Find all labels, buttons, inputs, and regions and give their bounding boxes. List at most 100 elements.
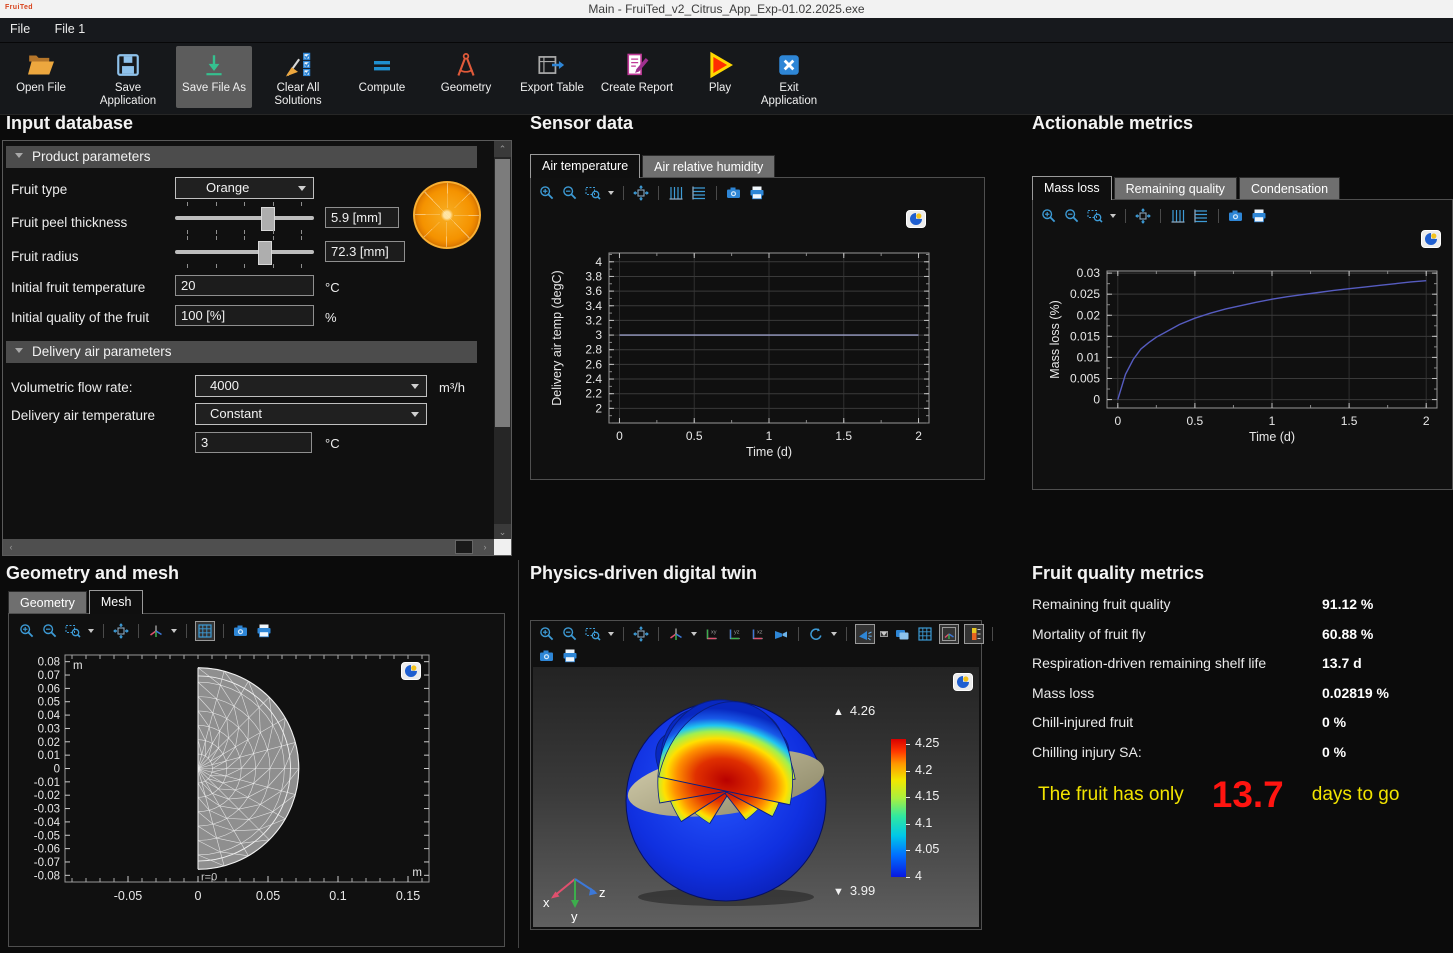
save-file-as-button[interactable]: Save File As bbox=[176, 46, 252, 108]
environment-reflections-icon[interactable] bbox=[894, 626, 910, 642]
twin-3d-viewport[interactable]: ▲4.26 ▼3.99 x y z 4.254.24.154.14.054 bbox=[533, 667, 979, 927]
show-grid-icon[interactable] bbox=[917, 626, 933, 642]
x-axis-grid-icon[interactable] bbox=[1170, 208, 1186, 224]
menu-file[interactable]: File bbox=[0, 18, 40, 36]
axis-orientation-icon[interactable] bbox=[668, 626, 684, 642]
print-icon[interactable] bbox=[256, 623, 272, 639]
slider-thumb[interactable] bbox=[258, 241, 272, 265]
zoom-box-icon[interactable] bbox=[585, 185, 601, 201]
zoom-options-caret-icon[interactable] bbox=[1110, 214, 1116, 218]
delivery-air-temperature-field[interactable] bbox=[195, 432, 312, 453]
zoom-options-caret-icon[interactable] bbox=[608, 191, 614, 195]
orientation-options-caret-icon[interactable] bbox=[691, 632, 697, 636]
axis-orientation-icon[interactable] bbox=[148, 623, 164, 639]
image-snapshot-icon[interactable] bbox=[1228, 208, 1244, 224]
open-file-button[interactable]: Open File bbox=[8, 46, 74, 108]
play-button[interactable]: Play bbox=[692, 46, 748, 108]
y-axis-grid-icon[interactable] bbox=[691, 185, 707, 201]
zoom-extents-icon[interactable] bbox=[113, 623, 129, 639]
zoom-out-icon[interactable] bbox=[562, 185, 578, 201]
rotate-icon[interactable] bbox=[808, 626, 824, 642]
svg-text:1.5: 1.5 bbox=[835, 429, 852, 443]
initial-fruit-temperature-field[interactable] bbox=[175, 275, 314, 296]
save-application-button[interactable]: Save Application bbox=[90, 46, 166, 108]
scrollbar-thumb[interactable] bbox=[455, 540, 473, 554]
zoom-extents-icon[interactable] bbox=[633, 626, 649, 642]
rotate-options-caret-icon[interactable] bbox=[831, 632, 837, 636]
go-to-yz-view-icon[interactable] bbox=[727, 626, 743, 642]
air-temperature-chart[interactable]: 00.511.5222.22.42.62.833.23.43.63.84Time… bbox=[539, 233, 976, 479]
fruit-peel-thickness-slider[interactable] bbox=[175, 202, 314, 234]
colorbar-tick bbox=[906, 771, 910, 772]
print-icon[interactable] bbox=[749, 185, 765, 201]
scroll-left-button[interactable]: ‹ bbox=[3, 539, 19, 555]
zoom-options-caret-icon[interactable] bbox=[608, 632, 614, 636]
zoom-options-caret-icon[interactable] bbox=[88, 629, 94, 633]
go-to-xz-view-icon[interactable] bbox=[750, 626, 766, 642]
tab-air-relative-humidity[interactable]: Air relative humidity bbox=[642, 155, 775, 178]
show-axis-orientation-icon[interactable] bbox=[940, 625, 958, 643]
volumetric-flow-rate-select[interactable]: 4000 bbox=[195, 375, 427, 397]
create-report-button[interactable]: Create Report bbox=[597, 46, 677, 108]
show-color-legend-icon[interactable] bbox=[965, 625, 983, 643]
zoom-extents-icon[interactable] bbox=[1135, 208, 1151, 224]
delivery-air-temperature-select[interactable]: Constant bbox=[195, 403, 427, 425]
fruit-radius-slider[interactable] bbox=[175, 236, 314, 268]
delivery-air-parameters-header[interactable]: Delivery air parameters bbox=[6, 341, 477, 363]
zoom-in-icon[interactable] bbox=[19, 623, 35, 639]
tab-condensation[interactable]: Condensation bbox=[1239, 177, 1340, 200]
mesh-plot[interactable]: -0.0500.050.10.150.080.070.060.050.040.0… bbox=[13, 648, 502, 940]
zoom-out-icon[interactable] bbox=[42, 623, 58, 639]
exit-application-button[interactable]: Exit Application bbox=[752, 46, 826, 108]
fruit-radius-field[interactable] bbox=[325, 241, 405, 262]
zoom-box-icon[interactable] bbox=[585, 626, 601, 642]
product-parameters-header[interactable]: Product parameters bbox=[6, 146, 477, 168]
zoom-box-icon[interactable] bbox=[1087, 208, 1103, 224]
zoom-in-icon[interactable] bbox=[1041, 208, 1057, 224]
scroll-down-button[interactable]: ⌄ bbox=[494, 524, 511, 540]
mesh-toolbar bbox=[19, 622, 272, 640]
clear-all-solutions-button[interactable]: Clear All Solutions bbox=[262, 46, 334, 108]
x-axis-grid-icon[interactable] bbox=[668, 185, 684, 201]
min-triangle-icon: ▼ bbox=[833, 886, 844, 898]
initial-quality-field[interactable] bbox=[175, 305, 314, 326]
perspective-view-icon[interactable] bbox=[773, 626, 789, 642]
tab-geometry[interactable]: Geometry bbox=[8, 591, 87, 614]
scroll-right-button[interactable]: › bbox=[477, 539, 493, 555]
horizontal-scrollbar[interactable]: ‹ › bbox=[3, 539, 494, 555]
scrollbar-thumb[interactable] bbox=[495, 159, 510, 427]
image-snapshot-icon[interactable] bbox=[539, 648, 555, 664]
print-icon[interactable] bbox=[1251, 208, 1267, 224]
zoom-in-icon[interactable] bbox=[539, 626, 555, 642]
zoom-out-icon[interactable] bbox=[562, 626, 578, 642]
vertical-scrollbar[interactable]: ⌃ ⌄ bbox=[494, 141, 511, 540]
light-options-caret-icon[interactable] bbox=[881, 632, 887, 636]
image-snapshot-icon[interactable] bbox=[726, 185, 742, 201]
slider-track[interactable] bbox=[175, 250, 314, 254]
scene-light-icon[interactable] bbox=[856, 625, 874, 643]
image-snapshot-icon[interactable] bbox=[233, 623, 249, 639]
print-icon[interactable] bbox=[562, 648, 578, 664]
show-grid-icon[interactable] bbox=[196, 622, 214, 640]
geometry-button[interactable]: Geometry bbox=[430, 46, 502, 108]
export-table-button[interactable]: Export Table bbox=[514, 46, 590, 108]
fruit-peel-thickness-field[interactable] bbox=[325, 207, 399, 228]
tab-mesh[interactable]: Mesh bbox=[89, 590, 144, 614]
zoom-out-icon[interactable] bbox=[1064, 208, 1080, 224]
go-to-xy-view-icon[interactable] bbox=[704, 626, 720, 642]
compute-button[interactable]: Compute bbox=[346, 46, 418, 108]
tab-air-temperature[interactable]: Air temperature bbox=[530, 154, 640, 178]
mass-loss-chart[interactable]: 00.511.5200.0050.010.0150.020.0250.03Tim… bbox=[1035, 241, 1452, 456]
zoom-box-icon[interactable] bbox=[65, 623, 81, 639]
tab-remaining-quality[interactable]: Remaining quality bbox=[1114, 177, 1237, 200]
slider-track[interactable] bbox=[175, 216, 314, 220]
orientation-options-caret-icon[interactable] bbox=[171, 629, 177, 633]
fruit-type-select[interactable]: Orange bbox=[175, 177, 314, 199]
tab-mass-loss[interactable]: Mass loss bbox=[1032, 176, 1112, 200]
y-axis-grid-icon[interactable] bbox=[1193, 208, 1209, 224]
menu-file-1[interactable]: File 1 bbox=[45, 18, 96, 36]
zoom-in-icon[interactable] bbox=[539, 185, 555, 201]
scroll-up-button[interactable]: ⌃ bbox=[494, 141, 511, 157]
slider-thumb[interactable] bbox=[261, 207, 275, 231]
zoom-extents-icon[interactable] bbox=[633, 185, 649, 201]
